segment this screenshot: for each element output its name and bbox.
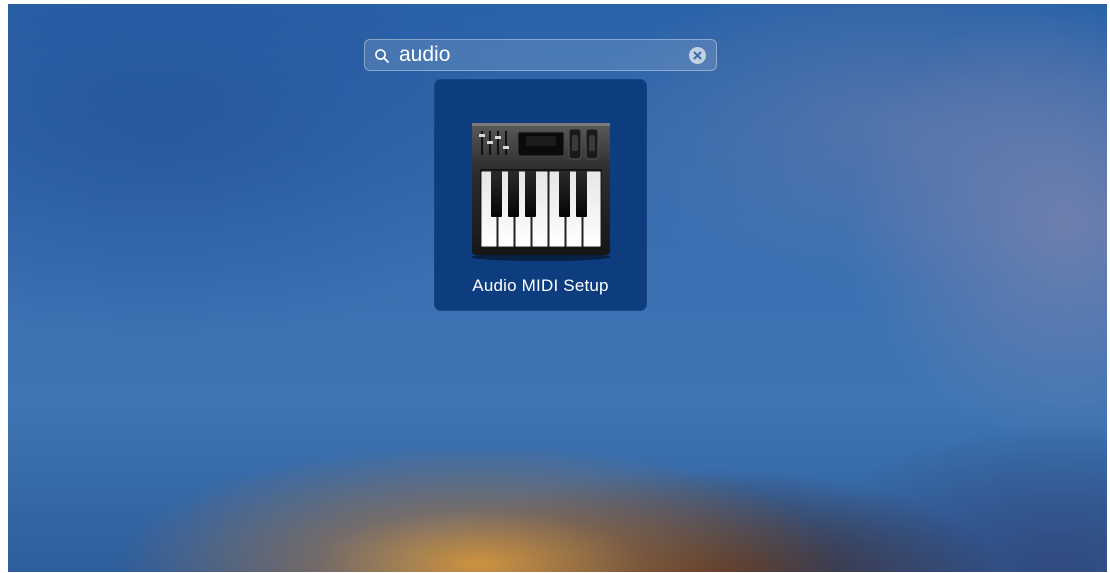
search-input[interactable] [399, 42, 679, 68]
search-icon [374, 48, 390, 64]
app-label: Audio MIDI Setup [472, 276, 609, 295]
search-result-audio-midi-setup[interactable]: Audio MIDI Setup [434, 79, 647, 311]
search-field[interactable] [364, 39, 717, 71]
launchpad-background: Audio MIDI Setup [8, 4, 1107, 572]
clear-icon[interactable] [689, 47, 706, 64]
audio-midi-setup-icon [468, 117, 614, 263]
